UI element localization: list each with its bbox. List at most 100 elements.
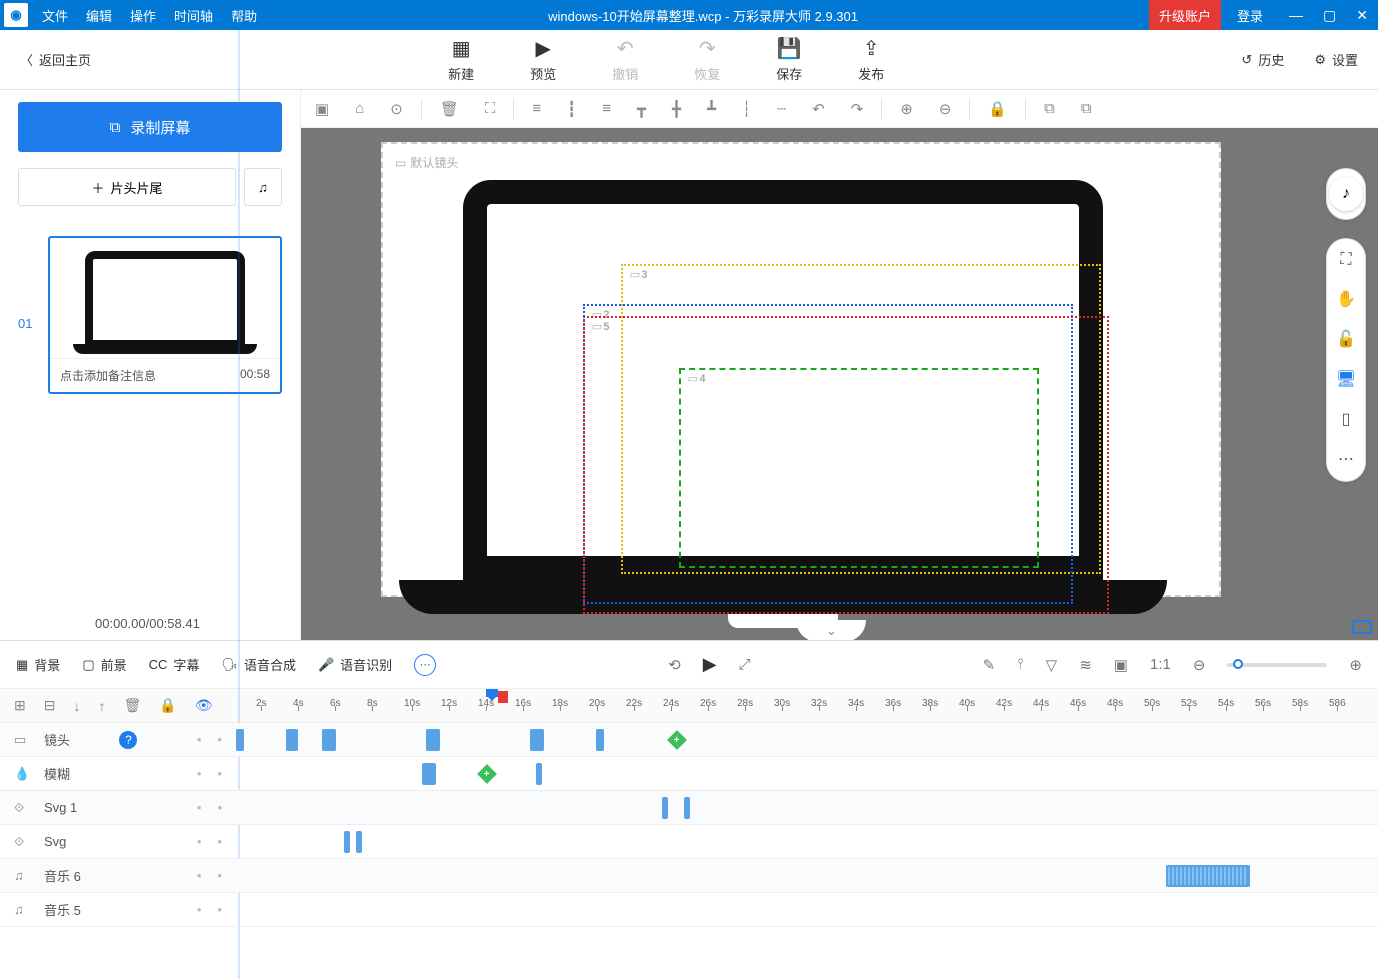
- canvas[interactable]: ▭默认镜头 ▭3 ▭2 ▭5 ▭4: [381, 142, 1221, 597]
- track-head[interactable]: ▭镜头?••: [0, 730, 236, 749]
- mobile-icon[interactable]: ▯: [1342, 409, 1351, 429]
- keyframe-dot[interactable]: •: [217, 732, 222, 747]
- track-head[interactable]: ⟐Svg••: [0, 834, 236, 850]
- minimize-button[interactable]: —: [1279, 7, 1313, 23]
- subtitle-tab[interactable]: CC字幕: [149, 655, 200, 674]
- back-home-button[interactable]: 〈 返回主页: [20, 50, 91, 69]
- track-head[interactable]: ♫音乐 6••: [0, 866, 236, 885]
- distribute-h-icon[interactable]: ┆: [742, 100, 751, 118]
- menu-timeline[interactable]: 时间轴: [174, 6, 213, 25]
- zoom-out-timeline-icon[interactable]: ⊖: [1193, 656, 1206, 674]
- menu-edit[interactable]: 编辑: [86, 6, 112, 25]
- lock-track-icon[interactable]: 🔒: [159, 697, 176, 714]
- align-center-h-icon[interactable]: ┇: [567, 100, 576, 118]
- settings-sliders-icon[interactable]: ≋: [1079, 656, 1092, 674]
- snapshot-icon[interactable]: ▣: [1114, 656, 1128, 674]
- new-button[interactable]: ▦新建: [448, 36, 474, 83]
- clip[interactable]: [684, 797, 690, 819]
- clip[interactable]: [530, 729, 544, 751]
- scene-note-label[interactable]: 点击添加备注信息: [60, 367, 156, 384]
- help-icon[interactable]: ?: [119, 731, 137, 749]
- keyframe-dot[interactable]: •: [217, 766, 222, 781]
- record-screen-button[interactable]: ⧉ 录制屏幕: [18, 102, 282, 152]
- keyframe-dot[interactable]: •: [197, 732, 202, 747]
- scene-card[interactable]: 点击添加备注信息 00:58: [48, 236, 282, 394]
- keyframe-dot[interactable]: •: [197, 868, 202, 883]
- rotate-right-icon[interactable]: ↷: [851, 100, 864, 118]
- more-dots-icon[interactable]: ⋯: [1338, 449, 1354, 469]
- clip[interactable]: [1166, 865, 1250, 887]
- publish-button[interactable]: ⇪发布: [858, 36, 884, 83]
- distribute-v-icon[interactable]: ┄: [777, 100, 786, 118]
- delete-icon[interactable]: 🗑: [123, 697, 141, 714]
- redo-button[interactable]: ↷恢复: [694, 36, 720, 83]
- keyframe-dot[interactable]: •: [217, 834, 222, 849]
- track-lane[interactable]: [236, 893, 1378, 926]
- move-down-icon[interactable]: ↓: [73, 698, 80, 714]
- tts-tab[interactable]: 🗣语音合成: [221, 655, 296, 674]
- unlock-icon[interactable]: 🔓: [1336, 329, 1356, 349]
- add-track-icon[interactable]: ⊞: [14, 697, 26, 714]
- align-left-icon[interactable]: ≡: [532, 100, 541, 117]
- paste-icon[interactable]: ⧉: [1081, 100, 1092, 117]
- track-lane[interactable]: [236, 791, 1378, 824]
- camera-overlay-4[interactable]: ▭4: [679, 368, 1039, 568]
- copy-icon[interactable]: ⧉: [1044, 100, 1055, 117]
- play-button[interactable]: ▶: [703, 654, 717, 675]
- keyframe-dot[interactable]: •: [197, 834, 202, 849]
- ratio-icon[interactable]: 1:1: [1150, 656, 1171, 673]
- lock-icon[interactable]: 🔒: [988, 100, 1007, 118]
- time-ruler[interactable]: 2s4s6s8s10s12s14s16s18s20s22s24s26s28s30…: [252, 689, 1364, 723]
- background-tab[interactable]: ▦背景: [16, 655, 60, 674]
- clip[interactable]: [344, 831, 350, 853]
- history-button[interactable]: ↺历史: [1241, 50, 1284, 69]
- fullscreen-icon[interactable]: ⛶: [1340, 251, 1351, 269]
- collapse-handle[interactable]: ⌄: [796, 620, 866, 640]
- filter-icon[interactable]: ⫯: [1017, 656, 1024, 673]
- menu-help[interactable]: 帮助: [231, 6, 257, 25]
- keyframe-dot[interactable]: •: [197, 800, 202, 815]
- undo-button[interactable]: ↶撤销: [612, 36, 638, 83]
- clip[interactable]: [322, 729, 336, 751]
- track-head[interactable]: ♫音乐 5••: [0, 900, 236, 919]
- keyframe-diamond[interactable]: [477, 764, 497, 784]
- menu-action[interactable]: 操作: [130, 6, 156, 25]
- remove-track-icon[interactable]: ⊟: [44, 697, 56, 714]
- rotate-left-icon[interactable]: ↶: [812, 100, 825, 118]
- keyframe-dot[interactable]: •: [197, 902, 202, 917]
- close-button[interactable]: ✕: [1346, 7, 1378, 24]
- clip[interactable]: [426, 729, 440, 751]
- clip[interactable]: [662, 797, 668, 819]
- desktop-icon[interactable]: 🖥: [1336, 369, 1356, 389]
- align-right-icon[interactable]: ≡: [602, 100, 611, 117]
- track-lane[interactable]: [236, 723, 1378, 756]
- move-up-icon[interactable]: ↑: [98, 698, 105, 714]
- track-head[interactable]: ⟐Svg 1••: [0, 800, 236, 816]
- track-head[interactable]: 💧模糊••: [0, 764, 236, 783]
- keyframe-dot[interactable]: •: [217, 868, 222, 883]
- keyframe-diamond[interactable]: [667, 730, 687, 750]
- keyframe-dot[interactable]: •: [217, 800, 222, 815]
- align-top-icon[interactable]: ┳: [637, 100, 646, 118]
- clip[interactable]: [286, 729, 298, 751]
- settings-button[interactable]: ⚙设置: [1314, 50, 1358, 69]
- expand-icon[interactable]: ⤢: [739, 656, 751, 673]
- login-button[interactable]: 登录: [1221, 6, 1279, 25]
- canvas-viewport[interactable]: ▭默认镜头 ▭3 ▭2 ▭5 ▭4 ♪ ⛶ ✋ 🔓 🖥 ▯ ⋯ ⌄: [301, 128, 1378, 640]
- layer-icon[interactable]: ▣: [315, 100, 329, 118]
- timeline-more-button[interactable]: ⋯: [414, 654, 436, 676]
- clip[interactable]: [356, 831, 362, 853]
- rewind-icon[interactable]: ⟲: [668, 656, 681, 674]
- menu-file[interactable]: 文件: [42, 6, 68, 25]
- home-icon[interactable]: ⌂: [355, 100, 364, 117]
- track-lane[interactable]: [236, 757, 1378, 790]
- keyframe-dot[interactable]: •: [197, 766, 202, 781]
- head-tail-button[interactable]: ＋ 片头片尾: [18, 168, 236, 206]
- visibility-icon[interactable]: 👁: [195, 697, 213, 714]
- zoom-out-icon[interactable]: ⊖: [939, 100, 952, 118]
- asr-tab[interactable]: 🎤语音识别: [318, 655, 392, 674]
- funnel-icon[interactable]: ▽: [1046, 656, 1058, 674]
- marker-flag-icon[interactable]: [498, 691, 508, 703]
- clip[interactable]: [236, 729, 244, 751]
- maximize-button[interactable]: ▢: [1313, 7, 1346, 24]
